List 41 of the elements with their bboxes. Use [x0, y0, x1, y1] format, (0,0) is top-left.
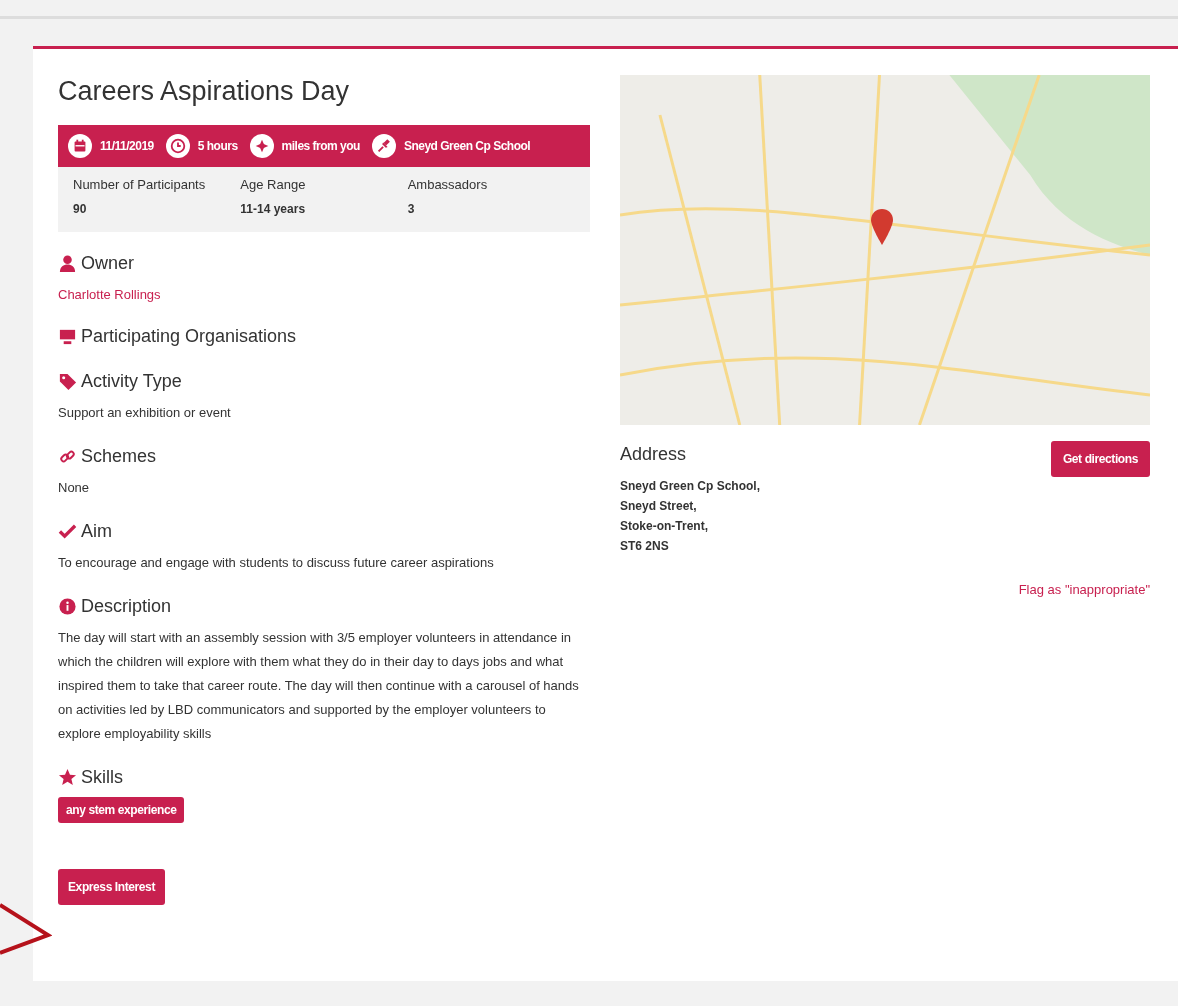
star-icon	[58, 767, 77, 787]
banner-text: 5 hours	[197, 138, 238, 156]
section-text: To encourage and engage with students to discuss future career aspirations	[58, 553, 495, 572]
fact-value: 3	[407, 201, 416, 219]
clock-icon	[165, 134, 190, 159]
fact-label: Ambassadors	[407, 176, 489, 195]
flag-link[interactable]: Flag as "inappropriate"	[1018, 582, 1150, 597]
section-text: Support an exhibition or event	[58, 403, 232, 422]
banner-text: 11/11/2019	[100, 138, 154, 156]
skill-tag: any stem experience	[58, 796, 185, 823]
section-heading: Participating Organisations	[81, 324, 297, 348]
section-heading: Activity Type	[81, 369, 182, 393]
fact-value: 11-14 years	[240, 201, 307, 219]
fact-label: Number of Participants	[73, 176, 207, 195]
banner-text: miles from you	[281, 138, 360, 156]
section-heading: Skills	[81, 765, 123, 789]
section-heading: Owner	[81, 252, 134, 276]
address-heading: Address	[620, 443, 688, 466]
page-title: Careers Aspirations Day	[58, 75, 351, 108]
address-line: Sneyd Street,	[620, 498, 698, 515]
address-line: ST6 2NS	[620, 538, 670, 555]
map-pin-icon	[871, 209, 893, 245]
get-directions-button[interactable]: Get directions	[1050, 441, 1150, 477]
banner-text: Sneyd Green Cp School	[403, 138, 531, 156]
crosshair-icon	[249, 134, 274, 159]
section-heading: Schemes	[81, 444, 157, 468]
section-heading: Description	[81, 594, 172, 618]
info-icon	[58, 596, 77, 616]
fact-value: 90	[73, 201, 88, 219]
address-line: Stoke-on-Trent,	[620, 518, 709, 535]
address-line: Sneyd Green Cp School,	[620, 478, 761, 495]
owner-link[interactable]: Charlotte Rollings	[58, 285, 161, 305]
express-interest-button[interactable]: Express Interest	[58, 868, 165, 905]
pushpin-icon	[371, 134, 396, 159]
section-heading: Aim	[81, 519, 112, 543]
section-text: None	[58, 478, 91, 497]
tag-icon	[58, 371, 77, 391]
calendar-icon	[68, 134, 92, 159]
person-icon	[58, 254, 77, 274]
fact-label: Age Range	[240, 176, 307, 195]
section-text: The day will start with an assembly session with 3/5 employer volunteers in attendance in which the children will explore with them what they do in their day to days jobs and what inspired them to take that career route. The day will then continue with a carousel of hands on activities led by LBD communicators and supported by the employer volunteers to explore employability skills	[58, 628, 580, 743]
